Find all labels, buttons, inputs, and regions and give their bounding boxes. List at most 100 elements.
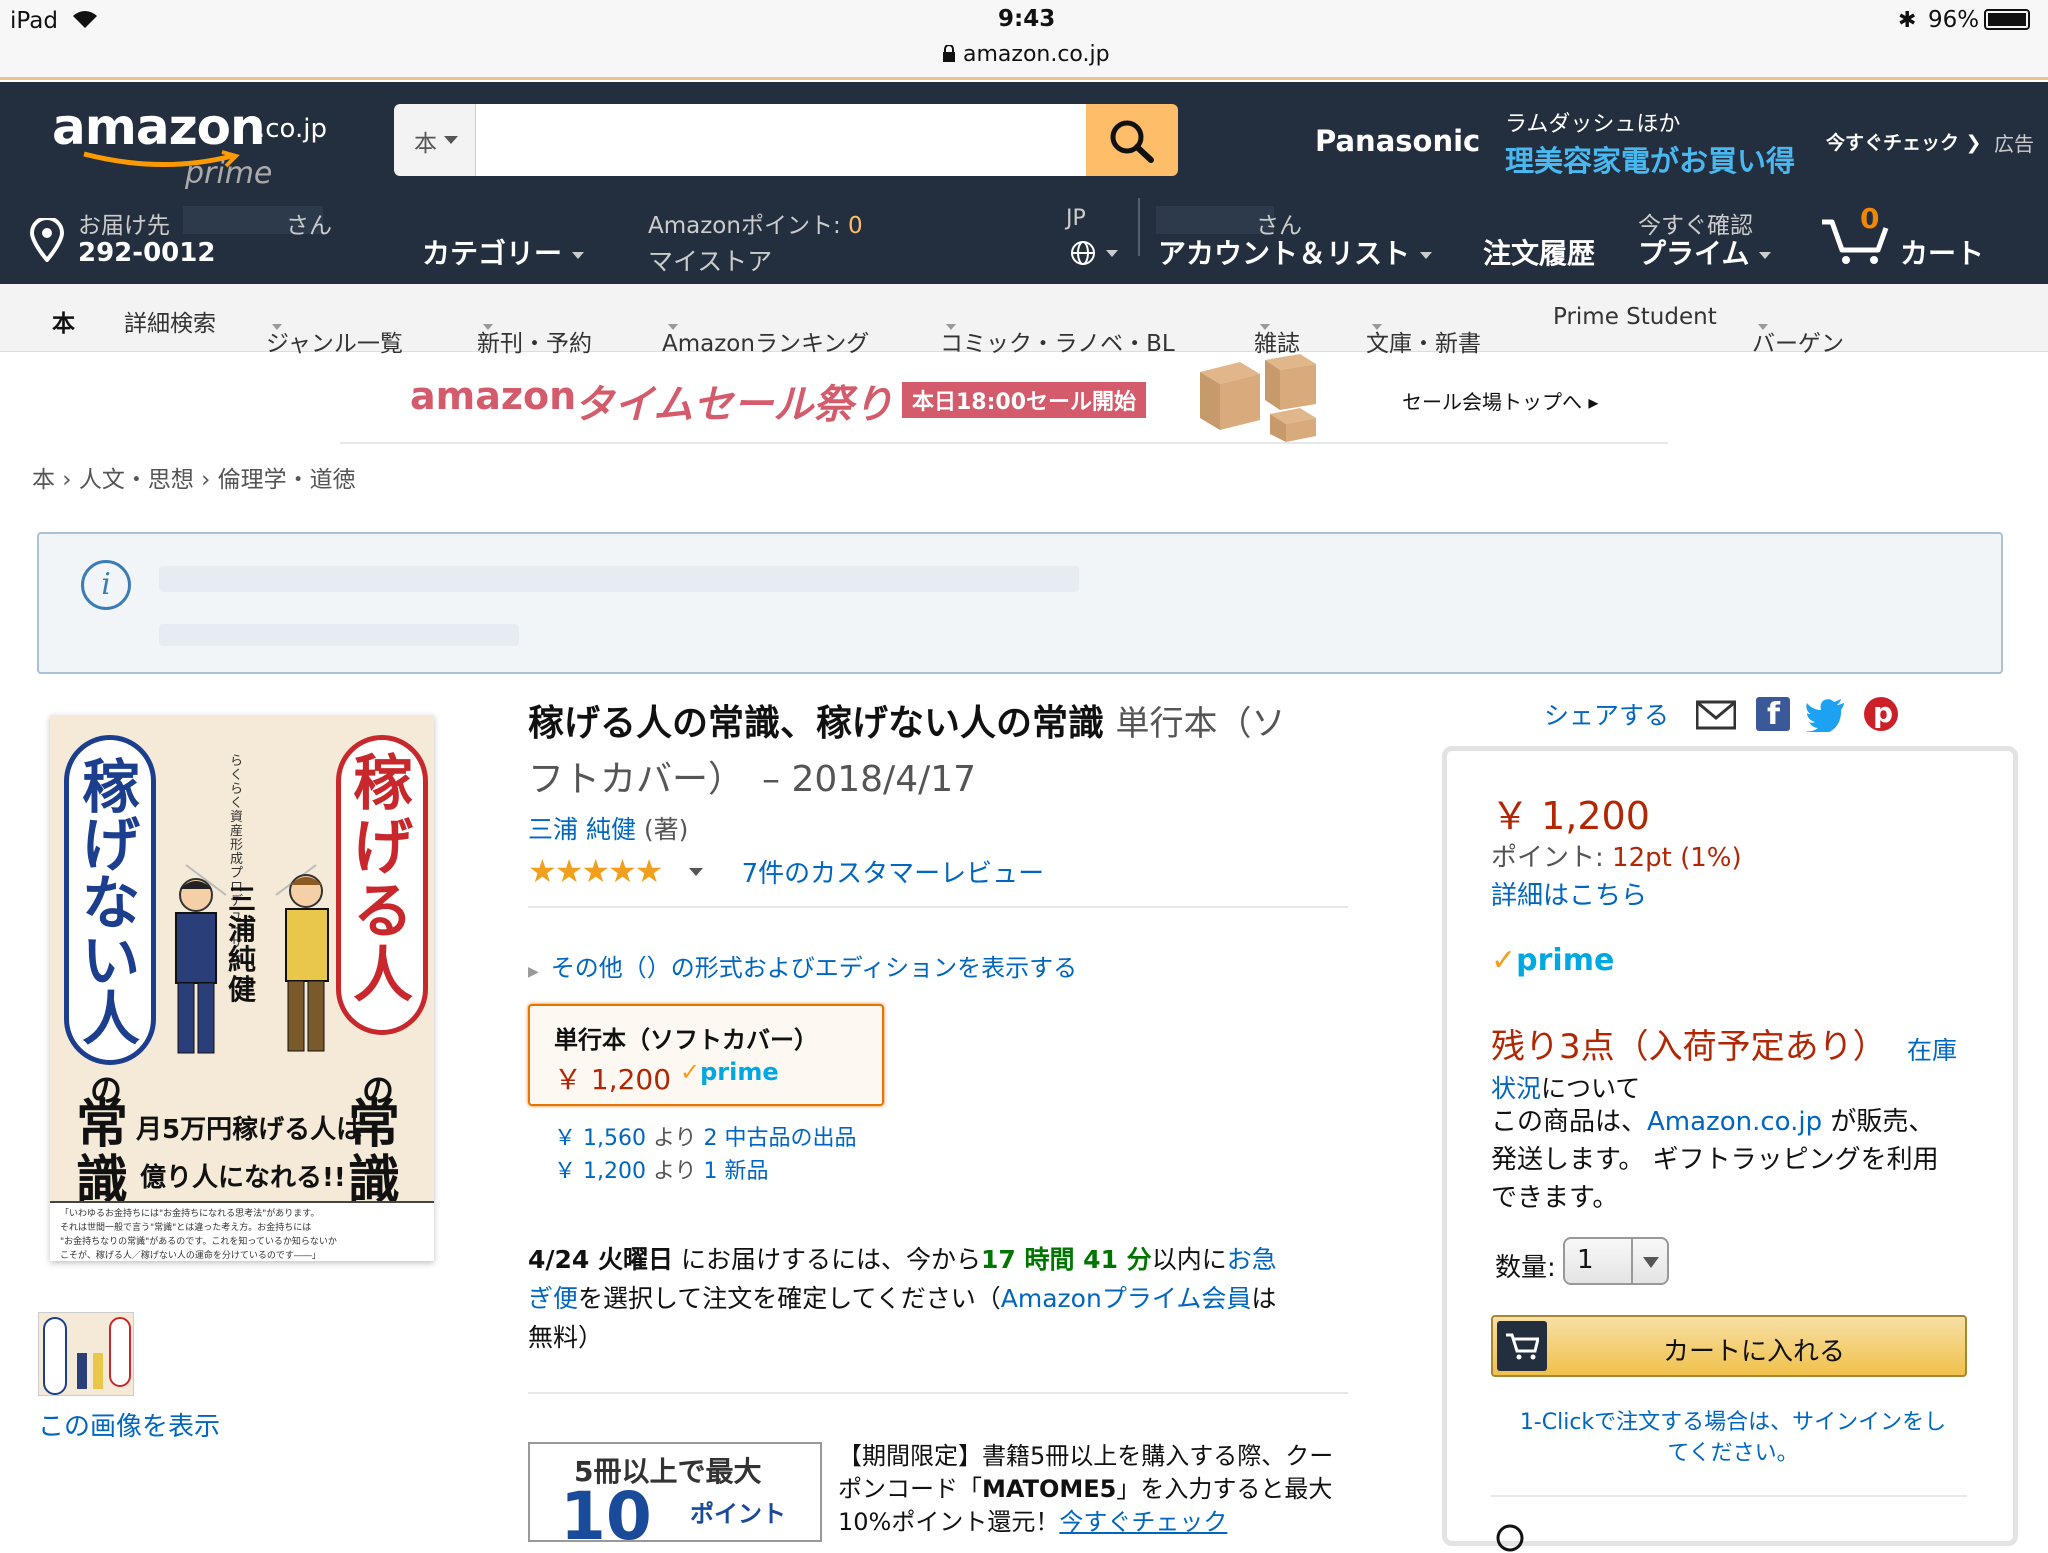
book-cover-image[interactable]: 稼げない人 稼げる人 らくらく資産形成プロデューサー 三浦純健 の の 常識 常… [50,715,434,1261]
author-role: (著) [643,815,689,844]
ad-line2[interactable]: 理美容家電がお買い得 [1505,138,1795,180]
new-offers-row: ￥ 1,200 より 1 新品 [554,1159,769,1184]
buy-box: ￥ 1,200 ポイント: 12pt (1%) 詳細はこちら ✓prime 残り… [1442,746,2018,1552]
cover-fine-line: 「いわゆるお金持ちには"お金持ちになれる思考法"があります。 [60,1209,320,1219]
express-link[interactable]: お急 [1227,1245,1277,1274]
device-label: iPad [10,8,58,34]
delivery-message: 4/24 火曜日 にお届けするには、今から17 時間 41 分以内にお急 ぎ便を… [528,1245,1277,1352]
used-price[interactable]: ￥ 1,560 [554,1126,646,1151]
chevron-down-icon[interactable] [688,868,703,876]
store-subnav: 本 詳細検索 ジャンル一覧 新刊・予約 Amazonランキング コミック・ラノベ… [0,284,2048,357]
product-format-date: フトカバー） – 2018/4/17 [528,759,977,800]
twitter-icon[interactable] [1806,698,1846,732]
cover-thumbnail[interactable] [38,1312,134,1396]
cover-fine-line: それは世間一般で言う"常識"とは違った考え方。お金持ちには [60,1223,312,1233]
language-selector[interactable]: JP [1064,206,1128,270]
bluetooth-icon: ✱ [1898,8,1917,33]
orders-link[interactable]: 注文履歴 [1483,232,1595,272]
divider [528,1392,1348,1394]
url-bar[interactable]: amazon.co.jp [942,42,1110,67]
search-input[interactable] [476,104,1086,176]
cover-fine-line: こそが、稼げる人／稼げない人の運命を分けているのです――」 [60,1251,321,1261]
breadcrumb-item[interactable]: 倫理学・道徳 [218,467,356,493]
account-menu[interactable]: さん アカウント＆リスト [1156,206,1446,270]
used-offers-row: ￥ 1,560 より 2 中古品の出品 [554,1126,857,1151]
ad-line1[interactable]: ラムダッシュほか [1505,106,1680,138]
prime-badge: ✓prime [1491,943,1615,978]
lock-icon [943,44,955,62]
category-menu[interactable]: カテゴリー [422,232,585,272]
format-option-paperback[interactable]: 単行本（ソフトカバー） ￥ 1,200 ✓prime [528,1004,884,1106]
new-price[interactable]: ￥ 1,200 [554,1159,646,1184]
rating-row: ★★★★★ 7件のカスタマーレビュー [528,852,1044,892]
product-format: 単行本（ソ [1115,704,1286,744]
delivery-countdown: 17 時間 41 分 [980,1245,1152,1274]
product-title: 稼げる人の常識、稼げない人の常識 [528,703,1105,744]
view-image-link[interactable]: この画像を表示 [38,1406,220,1443]
cover-illustration [175,864,329,1054]
cover-fine-line: "お金持ちなりの常識"があるのです。これを知っているか知らないか [60,1237,337,1247]
subnav-item-books[interactable]: 本 [52,304,75,338]
express-link[interactable]: ぎ便 [528,1284,578,1313]
chevron-down-icon [1643,1257,1659,1268]
author-line: 三浦 純健 (著) [528,810,688,846]
url-text: amazon.co.jp [963,42,1110,67]
cover-band2: 億り人になれる!! [140,1163,346,1193]
info-alert: i [37,532,2003,674]
promo-image[interactable]: 5冊以上で最大 10 ポイント [528,1442,822,1542]
prime-label: プライム [1638,232,1772,272]
cart-icon [1497,1321,1547,1371]
boxes-illustration [1200,354,1316,442]
banner-title-b: タイムセール祭り [574,382,894,428]
pinterest-icon[interactable]: p [1864,696,1898,731]
new-offers-link[interactable]: 1 新品 [704,1159,769,1184]
share-row: シェアする [1544,696,1669,736]
quantity-value: 1 [1577,1245,1594,1275]
buybox-price: ￥ 1,200 [1491,794,1650,838]
cart-button[interactable]: 0 カート [1820,200,1990,274]
clock: 9:43 [998,6,1056,32]
reviews-link[interactable]: 7件のカスタマーレビュー [742,859,1045,889]
location-pin-icon [1496,1524,1524,1552]
stock-status-link[interactable]: 在庫 [1907,1031,1957,1067]
mystore-link[interactable]: マイストア [648,242,772,278]
search-icon [1110,120,1154,163]
time-sale-banner[interactable]: amazon タイムセール祭り 本日18:00セール開始 セール会場トップへ ▸ [340,352,1668,444]
amazon-prime-logo[interactable]: amazon .co.jp prime [52,98,332,191]
points-details-link[interactable]: 詳細はこちら [1491,875,1647,912]
logo-prime: prime [185,156,273,191]
chevron-down-icon [444,136,458,144]
subnav-item-prime-student[interactable]: Prime Student [1553,304,1717,330]
stock-status-link[interactable]: 状況 [1491,1074,1541,1103]
promo-link[interactable]: 今すぐチェック [1059,1508,1227,1536]
account-lists: アカウント＆リスト [1158,232,1433,272]
banner-link[interactable]: セール会場トップへ ▸ [1402,386,1598,415]
deliver-to-button[interactable]: お届け先 さん 292-0012 [78,206,348,270]
email-icon[interactable] [1696,700,1736,730]
breadcrumb-item[interactable]: 本 [32,467,55,493]
other-formats-row[interactable]: ▶ その他（）の形式およびエディションを表示する [528,948,1077,983]
share-label: シェアする [1544,701,1670,730]
seller-link[interactable]: Amazon.co.jp [1647,1107,1822,1137]
ad-brand[interactable]: Panasonic [1315,124,1480,158]
breadcrumb-item[interactable]: 人文・思想 [79,467,194,493]
subnav-item-advanced-search[interactable]: 詳細検索 [124,304,216,338]
star-rating-icon[interactable]: ★★★★★ [528,852,663,890]
used-offers-link[interactable]: 2 中古品の出品 [704,1126,857,1151]
prime-member-link[interactable]: Amazonプライム会員 [1001,1284,1252,1313]
search-category-dropdown[interactable]: 本 [394,104,476,176]
chevron-down-icon [1106,250,1118,257]
search-button[interactable] [1086,104,1178,176]
author-link[interactable]: 三浦 純健 [528,815,636,844]
quantity-select[interactable]: 1 [1563,1237,1669,1285]
oneclick-signin[interactable]: 1-Clickで注文する場合は、サインインをし てください。 [1491,1407,1975,1469]
quantity-label: 数量: [1495,1253,1556,1283]
ad-cta[interactable]: 今すぐチェック ❯ [1826,128,1982,155]
facebook-icon[interactable]: f [1756,697,1790,732]
prime-menu[interactable]: 今すぐ確認 プライム [1638,206,1788,270]
add-to-cart-button[interactable]: カートに入れる [1491,1315,1967,1377]
cart-label: カート [1900,237,1985,270]
amazon-points[interactable]: Amazonポイント: 0 [648,206,863,240]
cart-icon [1822,219,1889,264]
stock-status-line2: 状況について [1491,1074,1641,1103]
